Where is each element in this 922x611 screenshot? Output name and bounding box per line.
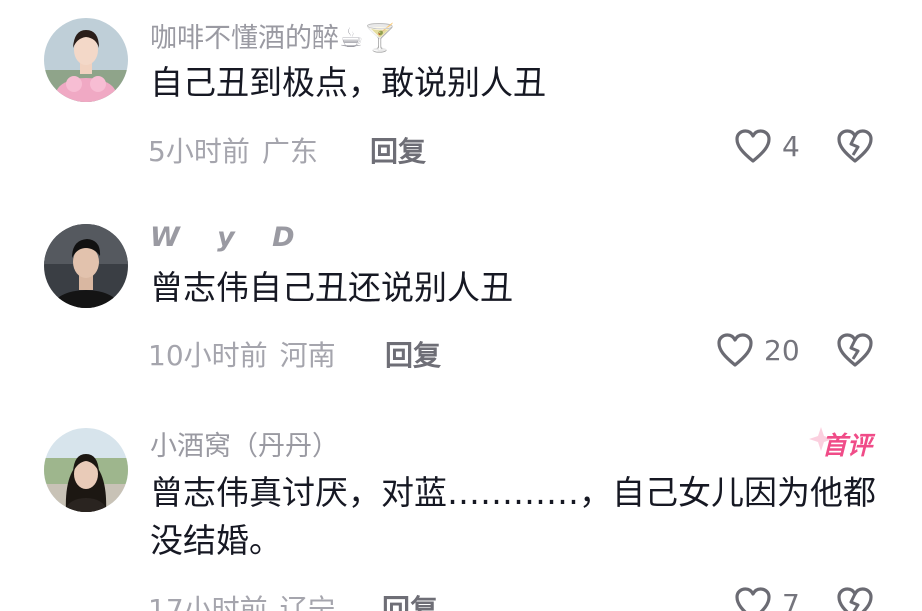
badge-label: 首评 xyxy=(822,431,873,460)
heart-outline-icon xyxy=(735,587,771,611)
avatar[interactable] xyxy=(44,428,128,512)
dislike-button[interactable] xyxy=(836,586,874,611)
like-count: 4 xyxy=(782,129,800,163)
broken-heart-icon xyxy=(837,333,873,367)
comment-location: 河南 xyxy=(279,339,336,372)
comment-location: 辽宁 xyxy=(279,593,336,611)
comment-location: 广东 xyxy=(261,135,318,168)
like-count: 7 xyxy=(782,587,800,611)
avatar[interactable] xyxy=(44,224,128,308)
like-count: 20 xyxy=(764,333,800,367)
comment-content: 曾志伟自己丑还说别人丑 xyxy=(150,268,513,307)
broken-heart-icon xyxy=(837,129,873,163)
first-comment-badge: 首评 xyxy=(808,426,872,462)
like-button[interactable]: 4 xyxy=(734,128,800,164)
comment-content: 自己丑到极点，敢说别人丑 xyxy=(150,63,546,102)
reply-button[interactable]: 回复 xyxy=(370,130,426,170)
comment-meta: 5小时前 广东 xyxy=(148,130,318,170)
dislike-button[interactable] xyxy=(836,128,874,168)
comment-time: 10小时前 xyxy=(148,339,268,372)
comment-meta: 10小时前 河南 xyxy=(148,334,336,374)
comment-time: 5小时前 xyxy=(148,135,250,168)
like-button[interactable]: 7 xyxy=(734,586,800,611)
comment-username[interactable]: W y D xyxy=(150,222,309,253)
comment-username[interactable]: 咖啡不懂酒的醉☕🍸 xyxy=(150,16,397,55)
heart-outline-icon xyxy=(735,129,771,163)
heart-outline-icon xyxy=(717,333,753,367)
avatar[interactable] xyxy=(44,18,128,102)
like-button[interactable]: 20 xyxy=(716,332,800,368)
comment-content: 曾志伟真讨厌，对蓝…………，自己女儿因为他都没结婚。 xyxy=(150,473,876,560)
dislike-button[interactable] xyxy=(836,332,874,372)
comment-username[interactable]: 小酒窝（丹丹） xyxy=(150,424,339,463)
reply-button[interactable]: 回复 xyxy=(385,334,441,374)
comment-list: 咖啡不懂酒的醉☕🍸 自己丑到极点，敢说别人丑 5小时前 广东 回复 4 W y … xyxy=(0,0,922,611)
comment-time: 17小时前 xyxy=(148,593,268,611)
broken-heart-icon xyxy=(837,587,873,611)
reply-button[interactable]: 回复 xyxy=(382,588,438,611)
comment-meta: 17小时前 辽宁 xyxy=(148,588,336,611)
